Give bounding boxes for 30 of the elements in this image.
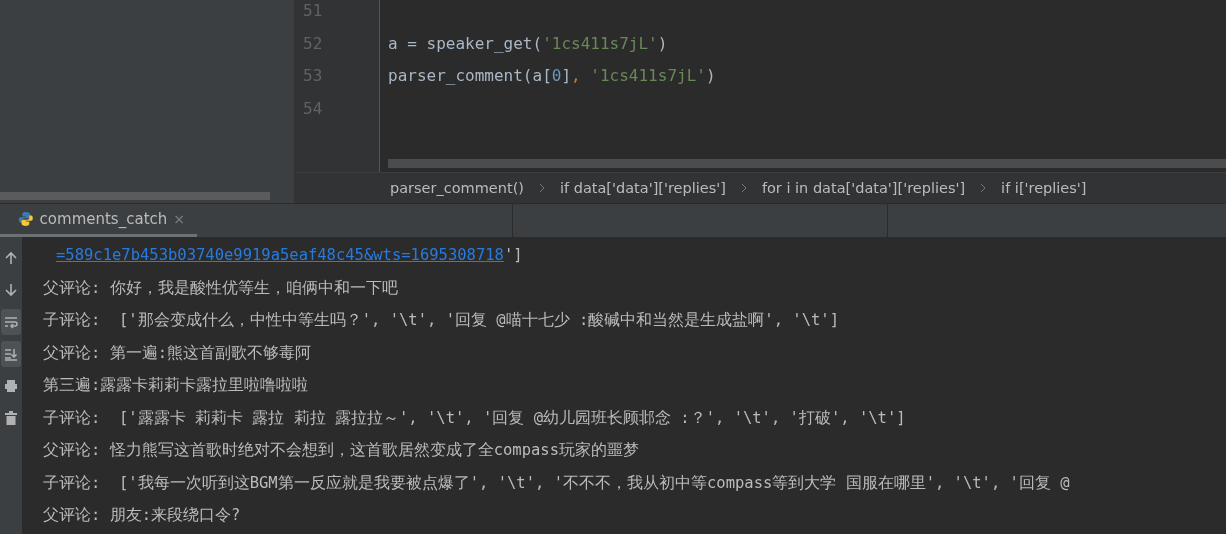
console-text: 父评论: 怪力熊写这首歌时绝对不会想到，这首歌居然变成了全compass玩家的噩梦 — [43, 440, 639, 461]
console-text: 父评论: 你好，我是酸性优等生，咱俩中和一下吧 — [43, 277, 398, 299]
toolbar-button[interactable] — [1, 341, 21, 367]
console-text: 子评论: ['那会变成什么，中性中等生吗？', '\t', '回复 @喵十七少 :酸碱中和当然是生成盐啊', '\t'] — [43, 310, 839, 331]
breadcrumb-item[interactable]: if data['data']['replies'] — [559, 180, 726, 196]
up-arrow-icon — [4, 251, 18, 265]
console-text: 父评论: 第一遍:熊这首副歌不够毒阿 — [43, 342, 311, 364]
chevron-icon — [537, 183, 546, 193]
console-text: 子评论: ['露露卡 莉莉卡 露拉 莉拉 露拉拉～', '\t', '回复 @幼儿园班长顾邶念 :？', '\t', '打破', '\t'] — [43, 407, 906, 429]
printer-icon — [4, 379, 18, 393]
code-line: a = speaker_get('1cs411s7jL') — [388, 32, 668, 55]
scroll-to-end-icon — [4, 347, 18, 361]
scrollbar[interactable] — [388, 159, 1226, 168]
down-arrow-icon — [4, 283, 18, 297]
console-text: 第三遍:露露卡莉莉卡露拉里啦噜啦啦 — [43, 375, 309, 396]
breadcrumb-item[interactable]: parser_comment() — [390, 180, 524, 196]
toolbar-button[interactable] — [1, 309, 21, 335]
chevron-icon — [739, 183, 748, 193]
chevron-icon — [979, 183, 988, 193]
breadcrumb-item[interactable]: for i in data['data']['replies'] — [761, 180, 966, 196]
console-text: '] — [503, 245, 523, 266]
trash-icon — [4, 411, 18, 425]
code-line: parser_comment(a[0], '1cs411s7jL') — [388, 65, 716, 87]
python-icon — [18, 210, 34, 228]
console-text: 父评论: 朋友:来段绕口令? — [43, 505, 241, 526]
breadcrumb-item[interactable]: if i['replies'] — [1001, 180, 1087, 196]
soft-wrap-icon — [4, 315, 18, 329]
scrollbar[interactable] — [0, 192, 270, 200]
run-tab[interactable]: comments_catch × — [0, 204, 197, 237]
console-text: 子评论: ['我每一次听到这BGM第一反应就是我要被点爆了', '\t', '不不不，我从初中等compass等到大学 国服在哪里', '\t', '回复 @ — [43, 472, 1070, 494]
